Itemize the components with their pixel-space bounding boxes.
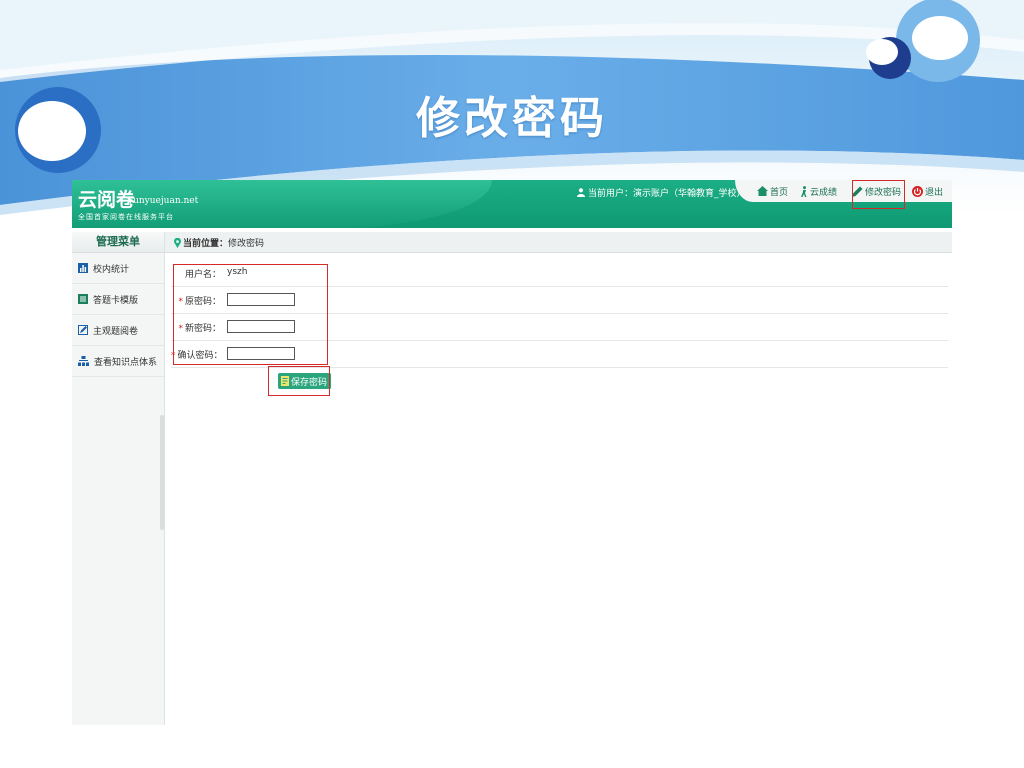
nav-home-label: 首页 [770,187,789,198]
sidebar: 管理菜单 校内统计 答题卡模版 主观题阅卷 查看知识点体系 [72,232,165,725]
highlight-box-nav [852,180,905,209]
app-window: 云阅卷 yunyuejuan.net 全国首家阅卷在线服务平台 当前用户：演示账… [72,180,952,725]
hierarchy-icon [78,356,89,366]
sidebar-item-knowledge-system[interactable]: 查看知识点体系 [72,346,164,377]
breadcrumb-current: 修改密码 [228,239,265,249]
sidebar-item-label: 校内统计 [93,264,130,275]
power-icon [912,185,923,197]
pen-grading-icon [78,325,88,335]
breadcrumb: 当前位置：修改密码 [165,232,952,253]
logo-tagline: 全国首家阅卷在线服务平台 [78,213,174,221]
sidebar-item-label: 答题卡模版 [93,295,139,306]
nav-home[interactable]: 首页 [757,183,788,199]
current-user: 当前用户：演示账户（华翰教育_学校） [577,186,746,199]
sidebar-item-subjective-grading[interactable]: 主观题阅卷 [72,315,164,346]
highlight-box-save [268,366,330,396]
breadcrumb-prefix: 当前位置： [183,239,229,249]
slide-title: 修改密码 [416,93,608,144]
user-icon [577,188,585,197]
bar-chart-icon [78,263,88,273]
nav-logout[interactable]: 退出 [912,183,943,199]
sidebar-item-label: 查看知识点体系 [94,357,158,368]
nav-cloud-score-label: 云成绩 [810,187,838,198]
breadcrumb-text: 当前位置：修改密码 [174,236,264,249]
sidebar-item-school-stats[interactable]: 校内统计 [72,253,164,284]
person-icon [801,185,807,197]
sidebar-collapse-handle[interactable] [160,415,164,530]
logo-url: yunyuejuan.net [128,196,199,206]
top-nav: 首页 云成绩 修改密码 退出 [735,180,952,202]
location-pin-icon [174,237,181,248]
highlight-box-form [173,264,328,365]
nav-logout-label: 退出 [925,187,944,198]
sidebar-item-label: 主观题阅卷 [93,326,139,337]
home-icon [757,186,768,196]
sidebar-title: 管理菜单 [72,232,164,253]
logo-name: 云阅卷 [78,189,136,211]
current-user-text: 当前用户：演示账户（华翰教育_学校） [588,189,746,199]
nav-cloud-score[interactable]: 云成绩 [800,183,837,199]
sidebar-item-answer-sheet-template[interactable]: 答题卡模版 [72,284,164,315]
document-icon [78,294,88,304]
app-header: 云阅卷 yunyuejuan.net 全国首家阅卷在线服务平台 当前用户：演示账… [72,180,952,228]
